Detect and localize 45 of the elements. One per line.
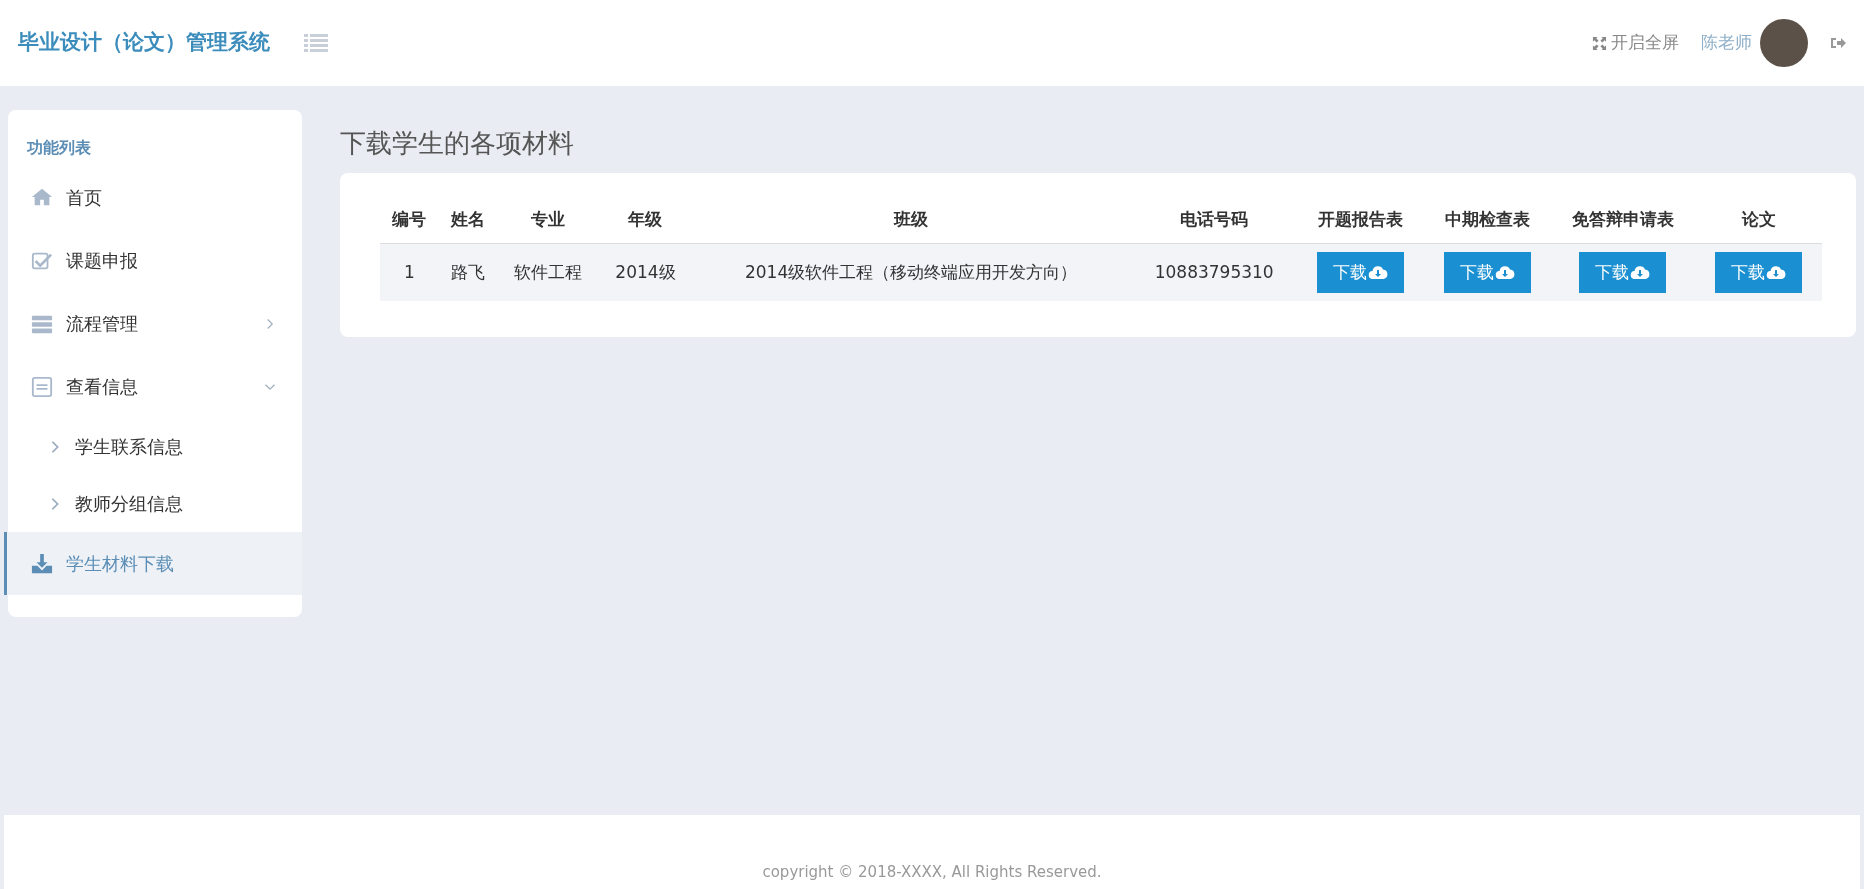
sidebar-item[interactable]: 课题申报 <box>8 229 302 292</box>
copyright-text: copyright © 2018-XXXX, All Rights Reserved. <box>762 861 1102 883</box>
column-header: 论文 <box>1695 199 1822 244</box>
column-header: 中期检查表 <box>1424 199 1551 244</box>
column-header: 编号 <box>380 199 439 244</box>
fullscreen-link[interactable]: 开启全屏 <box>1592 30 1679 56</box>
sidebar-item[interactable]: 学生联系信息 <box>8 418 302 475</box>
chevron-icon <box>49 439 61 454</box>
download-button[interactable]: 下载 <box>1579 251 1667 294</box>
download-button[interactable]: 下载 <box>1443 251 1531 294</box>
cloud-download-icon <box>1368 264 1389 280</box>
table-cell: 2014级 <box>599 243 692 302</box>
sidebar-heading: 功能列表 <box>26 137 92 159</box>
sidebar-item[interactable]: 查看信息 <box>8 355 302 418</box>
cloud-download-icon <box>1630 264 1651 280</box>
logout-icon[interactable] <box>1830 36 1846 50</box>
sidebar-item[interactable]: 流程管理 <box>8 292 302 355</box>
table-cell: 1 <box>380 243 439 302</box>
table-cell: 软件工程 <box>497 243 600 302</box>
download-button[interactable]: 下载 <box>1715 251 1803 294</box>
chevron-icon <box>49 496 61 511</box>
column-header: 年级 <box>599 199 692 244</box>
menu-icon[interactable] <box>304 33 328 53</box>
column-header: 专业 <box>497 199 600 244</box>
list-icon <box>30 375 54 398</box>
table-cell: 路飞 <box>438 243 498 302</box>
cloud-download-icon <box>1766 264 1787 280</box>
column-header: 电话号码 <box>1130 199 1298 244</box>
sidebar-item[interactable]: 教师分组信息 <box>8 475 302 532</box>
avatar-placeholder <box>1760 19 1808 67</box>
download-button[interactable]: 下载 <box>1317 251 1405 294</box>
cloud-download-icon <box>1494 264 1515 280</box>
expand-icon <box>1592 35 1607 51</box>
column-header: 姓名 <box>438 199 498 244</box>
table-cell: 10883795310 <box>1130 243 1298 302</box>
column-header: 开题报告表 <box>1297 199 1424 244</box>
app-title: 毕业设计（论文）管理系统 <box>18 29 270 57</box>
sidebar-item[interactable]: 首页 <box>8 166 302 229</box>
table-cell: 2014级软件工程（移动终端应用开发方向） <box>691 243 1131 302</box>
page-title: 下载学生的各项材料 <box>340 128 575 160</box>
user-name[interactable]: 陈老师 <box>1701 30 1752 56</box>
column-header: 免答辩申请表 <box>1550 199 1696 244</box>
sidebar-item[interactable]: 学生材料下载 <box>4 532 302 595</box>
download-icon <box>30 552 54 575</box>
column-header: 班级 <box>691 199 1131 244</box>
